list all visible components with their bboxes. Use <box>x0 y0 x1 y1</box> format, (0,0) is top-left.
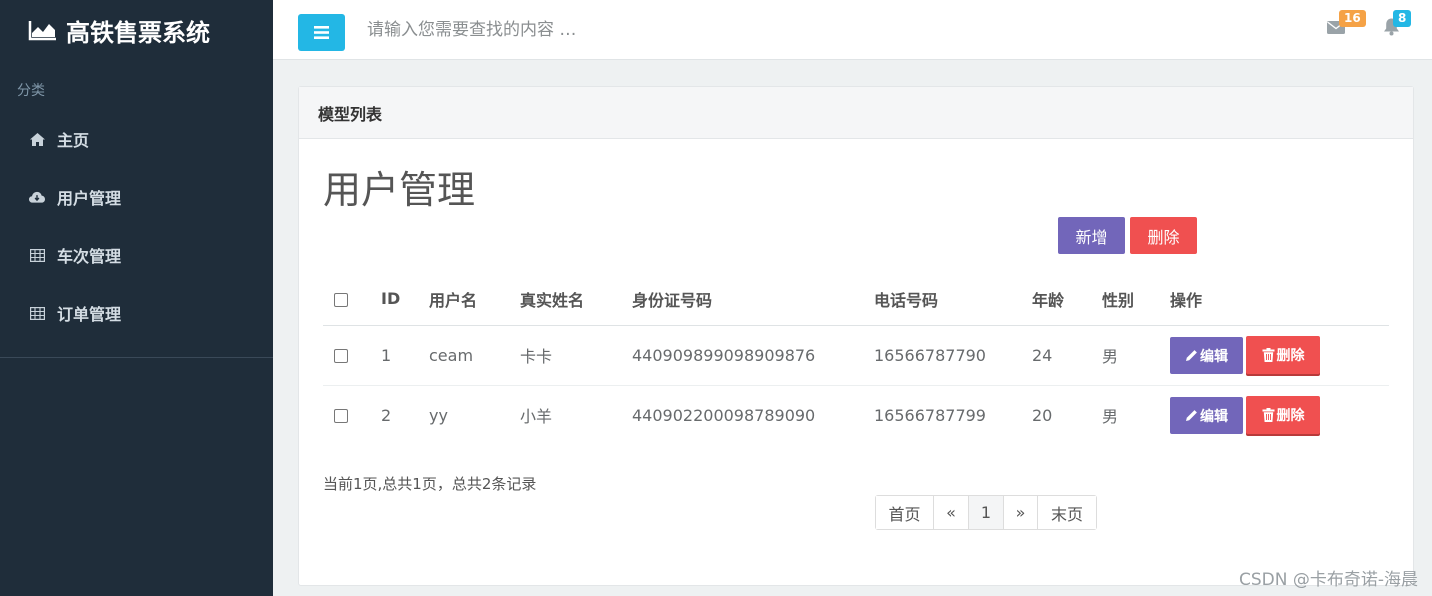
pencil-icon <box>1186 350 1197 361</box>
brand-title: 高铁售票系统 <box>66 18 210 47</box>
sidebar-item-users[interactable]: 用户管理 <box>0 168 273 226</box>
next-page-button[interactable]: » <box>1004 496 1038 529</box>
sidebar-divider <box>0 357 273 358</box>
sidebar-item-label: 车次管理 <box>57 247 122 266</box>
header-username: 用户名 <box>429 273 520 326</box>
table-icon <box>29 248 45 262</box>
home-icon <box>29 132 45 146</box>
cell-realname: 小羊 <box>520 407 553 427</box>
cell-realname: 卡卡 <box>520 325 632 386</box>
mail-count-badge: 16 <box>1339 10 1366 27</box>
cell-gender: 男 <box>1102 407 1119 427</box>
sidebar-item-home[interactable]: 主页 <box>0 110 273 168</box>
section-label: 分类 <box>17 83 45 99</box>
header-phone: 电话号码 <box>874 273 1032 326</box>
row-select-cell <box>323 325 381 386</box>
topbar: 16 8 <box>273 0 1432 60</box>
cell-actions: 编辑 删除 <box>1170 385 1389 445</box>
trash-icon <box>1262 408 1274 423</box>
sidebar-item-orders[interactable]: 订单管理 <box>0 284 273 342</box>
cell-gender: 男 <box>1102 325 1170 386</box>
bars-icon <box>314 26 329 39</box>
cell-idcard: 440909899098909876 <box>632 325 874 386</box>
watermark: CSDN @卡布奇诺-海晨 <box>1238 570 1418 590</box>
cell-phone: 16566787790 <box>874 325 1032 386</box>
delete-label: 删除 <box>1276 408 1305 425</box>
delete-label: 删除 <box>1276 348 1305 364</box>
sidebar-item-label: 订单管理 <box>57 305 122 324</box>
delete-button[interactable]: 删除 <box>1246 336 1320 374</box>
row-select-cell <box>323 385 381 445</box>
cloud-download-icon <box>29 190 45 204</box>
table-row: 2 yy 小羊 440902200098789090 16566787799 2… <box>323 385 1389 445</box>
header-select-all <box>323 273 381 326</box>
table-icon <box>29 306 45 320</box>
select-all-checkbox[interactable] <box>334 292 348 307</box>
first-page-button[interactable]: 首页 <box>876 496 934 529</box>
sidebar: 高铁售票系统 分类 主页 用户管理 车次管理 订单管理 <box>0 0 273 596</box>
edit-button[interactable]: 编辑 <box>1170 397 1243 435</box>
menu-toggle-button[interactable] <box>298 14 345 51</box>
cell-idcard: 440902200098789090 <box>632 405 816 425</box>
add-button[interactable]: 新增 <box>1058 217 1125 254</box>
header-gender: 性别 <box>1102 273 1170 326</box>
page-number-button[interactable]: 1 <box>969 496 1004 529</box>
edit-button[interactable]: 编辑 <box>1170 337 1243 374</box>
trash-icon <box>1262 348 1274 362</box>
pagination: 首页 « 1 » 末页 <box>875 495 1097 530</box>
cell-actions: 编辑 删除 <box>1170 325 1389 386</box>
search-input[interactable] <box>361 10 861 50</box>
prev-page-button[interactable]: « <box>934 496 969 529</box>
cell-username: ceam <box>429 325 520 386</box>
sidebar-item-trains[interactable]: 车次管理 <box>0 226 273 284</box>
area-chart-icon <box>28 21 56 41</box>
header-actions: 操作 <box>1170 273 1389 326</box>
notification-button[interactable]: 8 <box>1381 10 1421 46</box>
record-info: 当前1页,总共1页，总共2条记录 <box>323 475 537 493</box>
cell-id: 1 <box>381 325 429 386</box>
delete-button[interactable]: 删除 <box>1246 396 1320 435</box>
header-id: ID <box>381 273 429 326</box>
batch-delete-button[interactable]: 删除 <box>1130 217 1197 254</box>
brand[interactable]: 高铁售票系统 <box>0 0 273 60</box>
row-checkbox[interactable] <box>334 409 348 424</box>
panel-header: 模型列表 <box>299 87 1413 139</box>
page-title: 用户管理 <box>323 168 476 212</box>
header-realname: 真实姓名 <box>520 273 632 326</box>
edit-label: 编辑 <box>1200 348 1228 365</box>
user-table: ID 用户名 真实姓名 身份证号码 电话号码 年龄 性别 操作 1 ceam 卡… <box>323 273 1389 445</box>
edit-label: 编辑 <box>1200 408 1228 425</box>
notification-count-badge: 8 <box>1393 10 1412 27</box>
table-row: 1 ceam 卡卡 440909899098909876 16566787790… <box>323 325 1389 386</box>
header-age: 年龄 <box>1032 273 1102 326</box>
cell-age: 20 <box>1032 405 1053 425</box>
row-checkbox[interactable] <box>334 349 348 363</box>
sidebar-item-label: 用户管理 <box>57 189 122 208</box>
sidebar-item-label: 主页 <box>57 131 90 150</box>
mail-button[interactable]: 16 <box>1327 10 1367 46</box>
last-page-button[interactable]: 末页 <box>1038 496 1096 529</box>
header-idcard: 身份证号码 <box>632 273 874 326</box>
cell-age: 24 <box>1032 325 1102 386</box>
cell-phone: 16566787799 <box>874 405 986 425</box>
pencil-icon <box>1186 410 1197 422</box>
cell-id: 2 <box>381 405 392 425</box>
model-list-panel: 模型列表 用户管理 新增 删除 ID 用户名 真实姓名 身份证号码 电话号码 年… <box>298 86 1414 586</box>
table-header-row: ID 用户名 真实姓名 身份证号码 电话号码 年龄 性别 操作 <box>323 273 1389 326</box>
cell-username: yy <box>429 405 448 425</box>
